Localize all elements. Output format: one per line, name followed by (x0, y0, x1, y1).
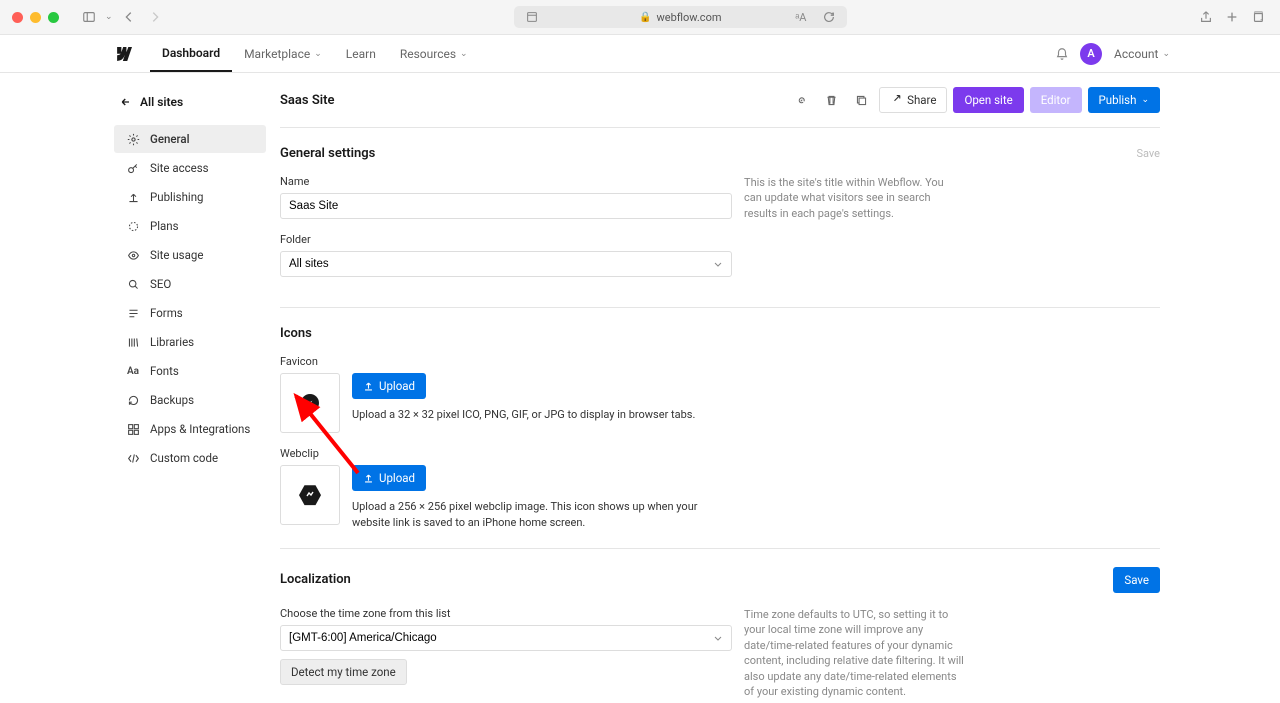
favicon-help: Upload a 32 × 32 pixel ICO, PNG, GIF, or… (352, 407, 732, 422)
notifications-icon[interactable] (1052, 44, 1072, 64)
webflow-logo[interactable] (110, 47, 132, 61)
tabs-icon[interactable] (1248, 7, 1268, 27)
sidebar-item-publishing[interactable]: Publishing (114, 183, 266, 211)
plans-icon (126, 219, 140, 233)
settings-icon (126, 132, 140, 146)
sidebar-item-fonts[interactable]: AaFonts (114, 357, 266, 385)
url-text: webflow.com (657, 11, 722, 24)
content: Saas Site Share Open site Editor Publish… (270, 73, 1170, 703)
code-icon (126, 451, 140, 465)
open-site-button[interactable]: Open site (953, 87, 1023, 113)
publish-button[interactable]: Publish⌄ (1088, 87, 1160, 113)
sidebar-item-general[interactable]: General (114, 125, 266, 153)
upload-icon (363, 381, 374, 392)
favicon-label: Favicon (280, 355, 1160, 368)
webclip-image (299, 484, 321, 506)
webclip-label: Webclip (280, 447, 1160, 460)
chevron-down-icon: ⌄ (1162, 49, 1170, 59)
avatar[interactable]: A (1080, 43, 1102, 65)
save-localization-button[interactable]: Save (1113, 567, 1160, 593)
sidebar-item-forms[interactable]: Forms (114, 299, 266, 327)
name-label: Name (280, 175, 732, 188)
forward-icon[interactable] (145, 7, 165, 27)
save-general[interactable]: Save (1136, 147, 1160, 160)
forms-icon (126, 306, 140, 320)
nav-resources[interactable]: Resources⌄ (388, 35, 480, 72)
timezone-help: Time zone defaults to UTC, so setting it… (744, 607, 964, 699)
sidebar-item-custom-code[interactable]: Custom code (114, 444, 266, 472)
sidebar-item-seo[interactable]: SEO (114, 270, 266, 298)
sidebar-item-backups[interactable]: Backups (114, 386, 266, 414)
folder-label: Folder (280, 233, 732, 246)
webclip-preview (280, 465, 340, 525)
window-minimize[interactable] (30, 12, 41, 23)
timezone-label: Choose the time zone from this list (280, 607, 732, 620)
timezone-select[interactable]: [GMT-6:00] America/Chicago (280, 625, 732, 651)
usage-icon (126, 248, 140, 262)
detect-timezone-button[interactable]: Detect my time zone (280, 659, 407, 685)
section-title-general: General settings (280, 146, 375, 161)
upload-icon (363, 473, 374, 484)
chevron-down-icon: ⌄ (460, 49, 468, 59)
backups-icon (126, 393, 140, 407)
nav-dashboard[interactable]: Dashboard (150, 35, 232, 72)
share-arrow-icon (890, 94, 902, 106)
fonts-icon: Aa (126, 364, 140, 378)
arrow-left-icon (120, 96, 132, 108)
lock-icon: 🔒 (639, 12, 651, 23)
apps-icon (126, 422, 140, 436)
name-help: This is the site's title within Webflow.… (744, 175, 964, 221)
browser-chrome: ⌄ 🔒 webflow.com ᵃA (0, 0, 1280, 35)
search-icon (126, 277, 140, 291)
window-maximize[interactable] (48, 12, 59, 23)
folder-select[interactable]: All sites (280, 251, 732, 277)
new-tab-icon[interactable] (1222, 7, 1242, 27)
chevron-down-icon: ⌄ (1141, 95, 1149, 105)
top-nav: Dashboard Marketplace⌄ Learn Resources⌄ … (0, 35, 1280, 73)
back-to-all-sites[interactable]: All sites (110, 89, 270, 115)
site-link-icon[interactable] (789, 88, 813, 112)
page-title: Saas Site (280, 93, 335, 108)
sidebar-item-plans[interactable]: Plans (114, 212, 266, 240)
library-icon (126, 335, 140, 349)
sidebar-item-site-access[interactable]: Site access (114, 154, 266, 182)
sidebar-item-apps[interactable]: Apps & Integrations (114, 415, 266, 443)
nav-marketplace[interactable]: Marketplace⌄ (232, 35, 334, 72)
upload-webclip-button[interactable]: Upload (352, 465, 426, 491)
section-title-localization: Localization (280, 572, 351, 587)
chevron-down-icon[interactable]: ⌄ (105, 12, 113, 22)
name-input[interactable] (280, 193, 732, 219)
section-title-icons: Icons (280, 326, 312, 341)
editor-button[interactable]: Editor (1030, 87, 1082, 113)
nav-learn[interactable]: Learn (334, 35, 388, 72)
back-icon[interactable] (119, 7, 139, 27)
sidebar-toggle-icon[interactable] (79, 7, 99, 27)
sidebar: All sites General Site access Publishing… (110, 73, 270, 703)
publish-icon (126, 190, 140, 204)
chevron-down-icon: ⌄ (314, 49, 322, 59)
translate-icon[interactable]: ᵃA (791, 7, 811, 27)
back-label: All sites (140, 95, 183, 109)
favicon-preview (280, 373, 340, 433)
favicon-image (301, 394, 319, 412)
webclip-help: Upload a 256 × 256 pixel webclip image. … (352, 499, 732, 530)
account-menu[interactable]: Account⌄ (1102, 35, 1170, 72)
delete-icon[interactable] (819, 88, 843, 112)
share-button[interactable]: Share (879, 87, 947, 113)
reload-icon[interactable] (819, 7, 839, 27)
key-icon (126, 161, 140, 175)
share-icon[interactable] (1196, 7, 1216, 27)
upload-favicon-button[interactable]: Upload (352, 373, 426, 399)
sidebar-item-libraries[interactable]: Libraries (114, 328, 266, 356)
url-bar[interactable]: 🔒 webflow.com ᵃA (514, 6, 847, 28)
window-close[interactable] (12, 12, 23, 23)
site-settings-icon[interactable] (522, 7, 542, 27)
sidebar-item-site-usage[interactable]: Site usage (114, 241, 266, 269)
duplicate-icon[interactable] (849, 88, 873, 112)
